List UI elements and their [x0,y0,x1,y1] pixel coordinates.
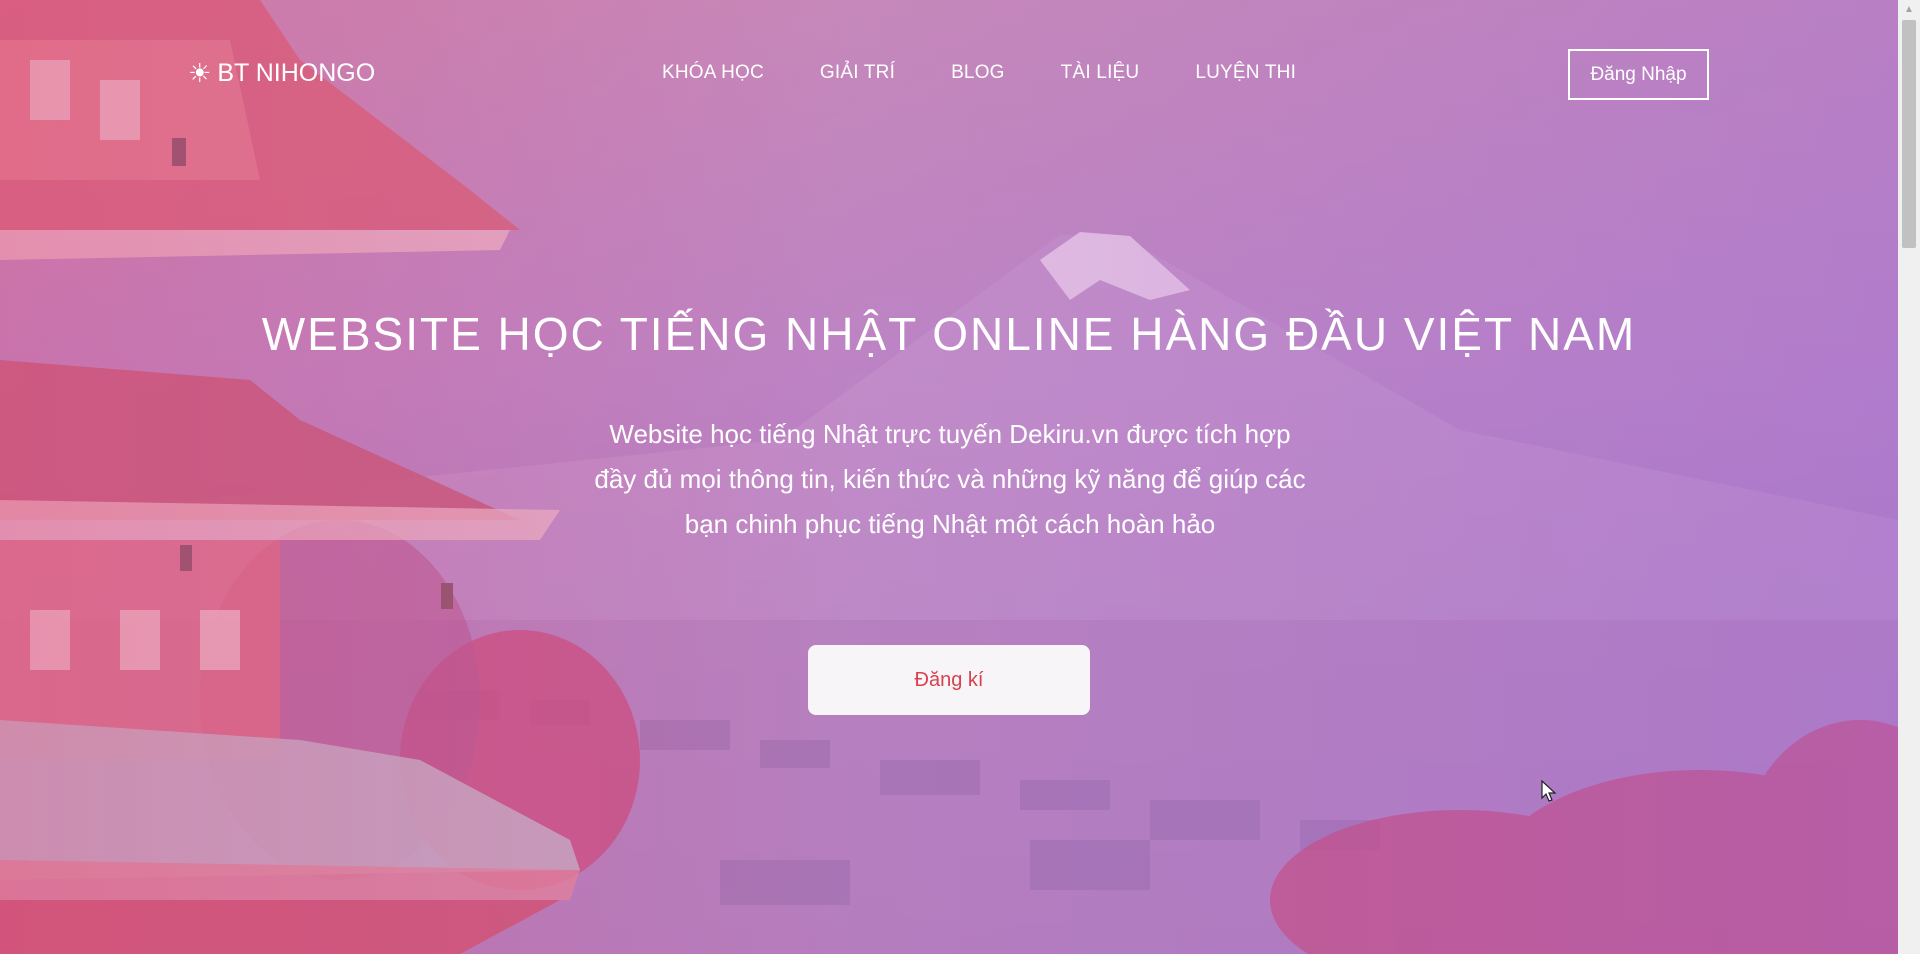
nav-item-tai-lieu[interactable]: TÀI LIỆU [1061,62,1140,84]
brand-name: BT NIHONGO [217,59,376,87]
top-navbar: ☀ BT NIHONGO KHÓA HỌC GIẢI TRÍ BLOG TÀI … [0,0,1898,150]
scroll-up-arrow-icon[interactable]: ▲ [1904,4,1914,15]
page-scrollbar[interactable]: ▲ [1898,0,1920,954]
hero-description: Website học tiếng Nhật trực tuyến Dekiru… [560,412,1340,547]
nav-item-khoa-hoc[interactable]: KHÓA HỌC [662,62,764,84]
mouse-cursor-icon [1541,780,1557,802]
signup-button[interactable]: Đăng kí [808,645,1090,715]
main-nav: KHÓA HỌC GIẢI TRÍ BLOG TÀI LIỆU LUYỆN TH… [662,62,1352,84]
hero-description-line: Website học tiếng Nhật trực tuyến Dekiru… [609,419,1291,449]
nav-item-blog[interactable]: BLOG [951,62,1005,84]
nav-item-luyen-thi[interactable]: LUYỆN THI [1195,62,1296,84]
sun-icon: ☀ [188,58,212,88]
hero-description-line: bạn chinh phục tiếng Nhật một cách hoàn … [684,509,1216,539]
login-button[interactable]: Đăng Nhập [1568,49,1709,100]
nav-item-giai-tri[interactable]: GIẢI TRÍ [820,62,895,84]
hero-headline: WEBSITE HỌC TIẾNG NHẬT ONLINE HÀNG ĐẦU V… [261,307,1637,360]
scrollbar-thumb[interactable] [1902,20,1916,248]
brand-logo[interactable]: ☀ BT NIHONGO [188,58,375,89]
hero-description-line: đầy đủ mọi thông tin, kiến thức và những… [594,464,1306,494]
